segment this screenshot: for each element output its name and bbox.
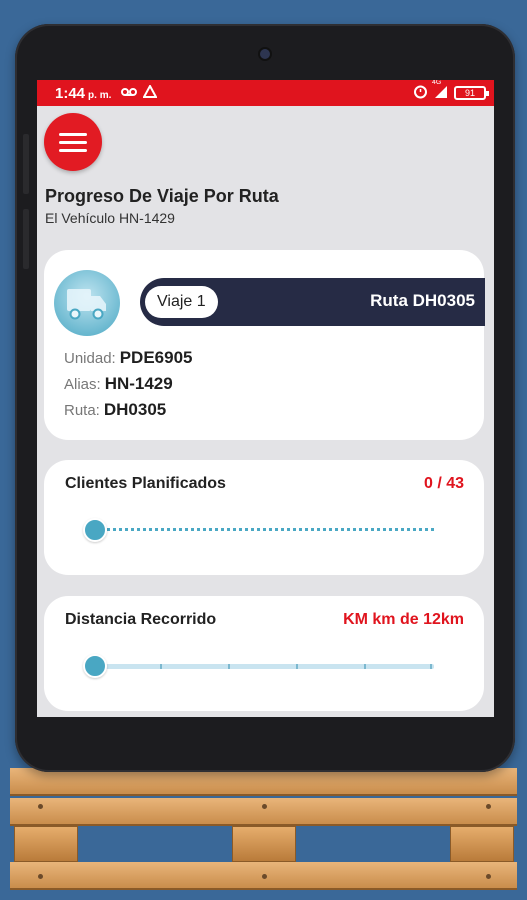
clients-count: 0 / 43	[423, 475, 464, 492]
hamburger-line	[59, 140, 87, 144]
track-tick	[228, 664, 230, 669]
nail	[262, 804, 267, 809]
clients-progress-thumb[interactable]	[83, 518, 107, 542]
trip-route-bar: Viaje 1 Ruta DH0305	[140, 278, 485, 326]
truck-avatar	[54, 270, 120, 336]
clients-card: Clientes Planificados 0 / 43	[44, 460, 484, 575]
power-button	[23, 209, 29, 269]
nail	[262, 874, 267, 879]
alias-value: HN-1429	[104, 374, 173, 393]
pallet-block	[232, 826, 296, 862]
ruta-value: DH0305	[103, 400, 167, 419]
distance-progress-track	[94, 664, 434, 669]
voicemail-icon	[121, 85, 138, 101]
volume-button	[23, 134, 29, 194]
status-left-icons	[121, 83, 159, 101]
track-tick	[296, 664, 298, 669]
nail	[38, 804, 43, 809]
ruta-row: Ruta: DH0305	[64, 400, 166, 420]
alias-row: Alias: HN-1429	[64, 374, 173, 394]
unidad-label: Unidad:	[64, 350, 116, 367]
pallet-plank	[10, 798, 517, 826]
distance-label: Distancia Recorrido	[65, 611, 217, 628]
unidad-row: Unidad: PDE6905	[64, 348, 192, 368]
page-subtitle: El Vehículo HN-1429	[45, 210, 175, 226]
page-title: Progreso De Viaje Por Ruta	[45, 186, 279, 206]
pallet-plank	[10, 768, 517, 796]
pallet-block	[14, 826, 78, 862]
clients-progress-track	[94, 528, 434, 531]
status-time: 1:44 p. m.	[55, 84, 112, 102]
distance-value: KM km de 12km	[343, 611, 464, 628]
signal-icon: 4G	[432, 80, 448, 102]
camera-icon	[258, 47, 272, 61]
distance-card: Distancia Recorrido KM km de 12km	[44, 596, 484, 711]
wooden-pallet	[10, 762, 517, 900]
hamburger-line	[59, 148, 87, 152]
track-tick	[364, 664, 366, 669]
vehicle-card: Viaje 1 Ruta DH0305 Unidad: PDE6905 Alias…	[44, 250, 485, 440]
track-tick	[430, 664, 432, 669]
alarm-icon	[413, 84, 428, 102]
hamburger-menu-icon	[59, 132, 87, 136]
truck-icon	[67, 289, 106, 320]
alias-label: Alias:	[64, 376, 101, 393]
distance-progress-thumb[interactable]	[83, 654, 107, 678]
nail	[486, 804, 491, 809]
track-tick	[160, 664, 162, 669]
status-bar: 1:44 p. m. 4G 91	[37, 80, 494, 106]
trip-badge[interactable]: Viaje 1	[145, 286, 218, 318]
pallet-block	[450, 826, 514, 862]
app-screen: 1:44 p. m. 4G 91 Progreso De Viaje Por Ru…	[37, 80, 494, 717]
drive-icon	[142, 83, 159, 101]
hamburger-menu-button[interactable]	[44, 113, 102, 171]
unidad-value: PDE6905	[119, 348, 193, 367]
nail	[38, 874, 43, 879]
route-label: Ruta DH0305	[370, 291, 475, 310]
clients-label: Clientes Planificados	[65, 475, 226, 492]
ruta-label: Ruta:	[64, 402, 100, 419]
nail	[486, 874, 491, 879]
status-right-icons: 4G 91	[413, 80, 489, 102]
battery-icon: 91	[454, 86, 489, 100]
